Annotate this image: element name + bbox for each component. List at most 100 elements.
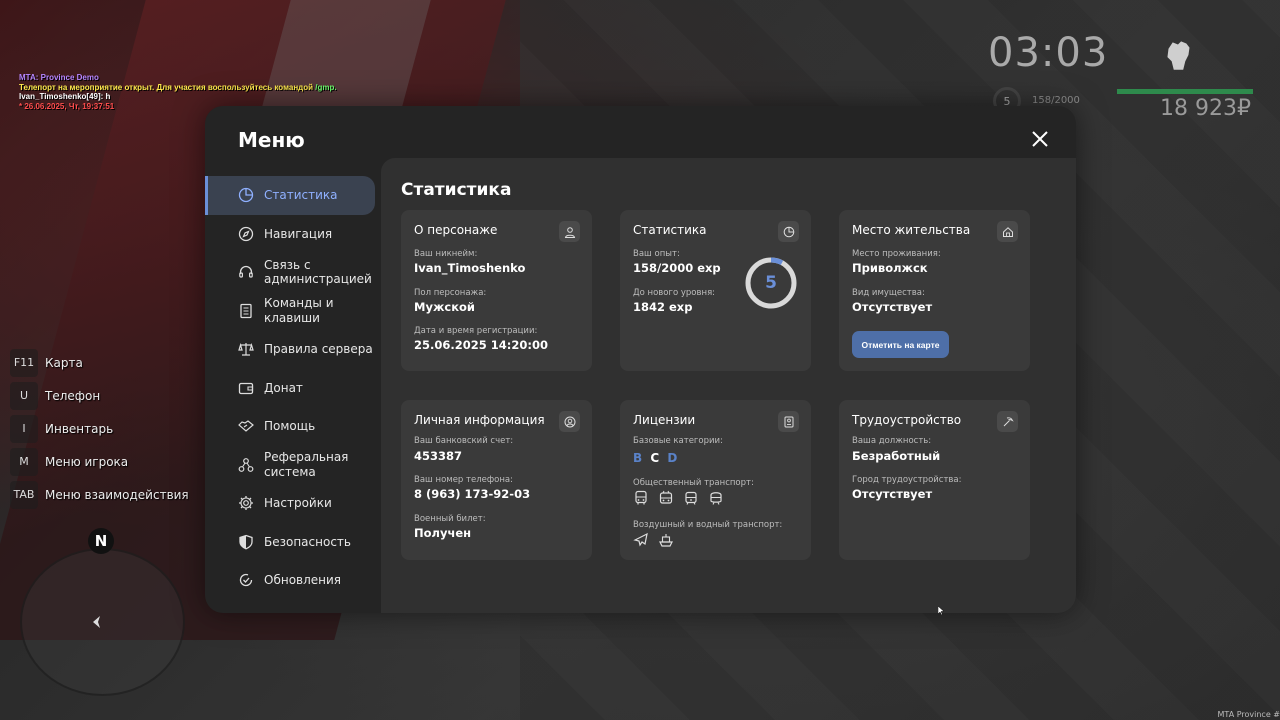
sidebar-item-donate[interactable]: Донат — [205, 369, 381, 408]
key-badge: U — [10, 381, 38, 410]
bus-icon — [635, 490, 647, 505]
sidebar-item-label: Помощь — [264, 419, 316, 433]
chat-text: Телепорт на мероприятие открыт. Для учас… — [19, 82, 316, 92]
sidebar-item-label: Правила сервера — [264, 342, 373, 356]
field-label: Ваш опыт: — [633, 249, 680, 259]
next-level-value: 1842 exp — [633, 300, 693, 314]
keybind-label: Инвентарь — [45, 421, 114, 436]
sidebar-item-label: Связь с администрацией — [264, 257, 372, 287]
field-label: Общественный транспорт: — [633, 478, 754, 488]
card-title: Личная информация — [414, 413, 545, 427]
keybind-phone[interactable]: U Телефон — [10, 379, 189, 412]
category-c: C — [650, 451, 662, 465]
sidebar-item-label: Навигация — [264, 226, 333, 241]
key-badge: M — [10, 447, 38, 476]
content-panel: Статистика О персонаже Ваш никнейм: Ivan… — [381, 158, 1076, 613]
keybind-label: Меню взаимодействия — [45, 487, 189, 502]
mark-on-map-button[interactable]: Отметить на карте — [852, 331, 949, 358]
sidebar-item-label: Настройки — [264, 496, 332, 510]
mouse-cursor-icon — [938, 606, 944, 615]
category-b: B — [633, 451, 645, 465]
sidebar-item-label: Донат — [264, 380, 303, 395]
category-d: D — [667, 451, 680, 465]
sidebar-item-referral[interactable]: Реферальная система — [205, 446, 381, 485]
key-badge: TAB — [10, 480, 38, 509]
player-arrow-icon — [91, 614, 105, 628]
sidebar-item-label: Обновления — [264, 573, 342, 587]
card-title: Статистика — [633, 223, 707, 237]
public-transport-icons — [633, 490, 724, 506]
employment-card: Трудоустройство Ваша должность: Безработ… — [839, 400, 1030, 560]
health-bar — [1117, 89, 1253, 94]
card-title: Место жительства — [852, 223, 971, 237]
residence-card: Место жительства Место проживания: Приво… — [839, 210, 1030, 371]
sidebar-item-statistics[interactable]: Статистика — [205, 176, 375, 215]
field-label: Воздушный и водный транспорт: — [633, 520, 783, 530]
keybind-player-menu[interactable]: M Меню игрока — [10, 445, 189, 478]
trolleybus-icon — [659, 490, 673, 504]
page-title: Статистика — [401, 180, 512, 200]
chart-pie-icon — [238, 188, 254, 203]
key-badge: F11 — [10, 348, 38, 377]
licenses-card: Лицензии Базовые категории: B C D Общест… — [620, 400, 811, 560]
metro-icon — [710, 492, 722, 505]
close-button[interactable] — [1031, 130, 1049, 148]
field-label: Ваш номер телефона: — [414, 475, 513, 485]
field-label: Город трудоустройства: — [852, 475, 962, 485]
card-title: Трудоустройство — [852, 413, 962, 427]
sidebar-item-updates[interactable]: Обновления — [205, 561, 381, 600]
shield-icon — [239, 534, 253, 550]
license-categories: B C D — [633, 451, 679, 465]
sidebar-item-rules[interactable]: Правила сервера — [205, 330, 381, 369]
keybind-list: F11 Карта U Телефон I Инвентарь M Меню игрок… — [10, 346, 189, 511]
sidebar-item-help[interactable]: Помощь — [205, 407, 381, 446]
field-label: Место проживания: — [852, 249, 941, 259]
keybind-label: Меню игрока — [45, 454, 129, 469]
exp-value: 158/2000 exp — [633, 261, 721, 275]
hud-money: 18 923₽ — [1160, 96, 1251, 121]
ship-icon — [659, 534, 673, 547]
user-icon — [559, 221, 580, 242]
gear-icon — [239, 496, 253, 511]
referral-icon — [238, 457, 254, 472]
residence-value: Приволжск — [852, 261, 928, 275]
home-icon — [997, 221, 1018, 242]
chat-line: Телепорт на мероприятие открыт. Для учас… — [19, 83, 337, 93]
sidebar-item-navigation[interactable]: Навигация — [205, 215, 381, 254]
hud-clock: 03:03 — [988, 30, 1109, 76]
field-label: Ваш никнейм: — [414, 249, 478, 259]
headset-icon — [239, 266, 253, 278]
field-label: Пол персонажа: — [414, 288, 487, 298]
pickaxe-icon — [997, 411, 1018, 432]
bank-account-value: 453387 — [414, 449, 463, 463]
chat-line: MTA: Province Demo — [19, 73, 99, 82]
registration-value: 25.06.2025 14:20:00 — [414, 338, 548, 352]
sidebar-item-security[interactable]: Безопасность — [205, 523, 381, 562]
sidebar-item-contact-admin[interactable]: Связь с администрацией — [205, 253, 381, 292]
field-label: Базовые категории: — [633, 436, 723, 446]
keybind-interaction-menu[interactable]: TAB Меню взаимодействия — [10, 478, 189, 511]
military-id-value: Получен — [414, 526, 472, 540]
hud-exp: 158/2000 — [1032, 95, 1080, 106]
keybind-inventory[interactable]: I Инвентарь — [10, 412, 189, 445]
chat-command: /gmp. — [315, 82, 337, 92]
employment-city-value: Отсутствует — [852, 487, 933, 501]
keybind-map[interactable]: F11 Карта — [10, 346, 189, 379]
field-label: Дата и время регистрации: — [414, 326, 538, 336]
level-value: 5 — [765, 273, 777, 293]
character-card: О персонаже Ваш никнейм: Ivan_Timoshenko… — [401, 210, 592, 371]
field-label: Военный билет: — [414, 514, 486, 524]
menu-title: Меню — [238, 128, 305, 152]
chart-pie-icon — [778, 221, 799, 242]
sidebar-item-settings[interactable]: Настройки — [205, 484, 381, 523]
field-label: Ваш банковский счет: — [414, 436, 514, 446]
sidebar-item-label: Реферальная система — [264, 450, 349, 479]
sidebar-item-label: Команды и клавиши — [264, 296, 334, 325]
tram-icon — [685, 491, 697, 505]
keybind-label: Телефон — [45, 388, 101, 403]
document-icon — [240, 303, 252, 318]
chat-line: Ivan_Timoshenko[49]: h — [19, 92, 111, 101]
statistics-card: Статистика Ваш опыт: 158/2000 exp До нов… — [620, 210, 811, 371]
personal-info-card: Личная информация Ваш банковский счет: 4… — [401, 400, 592, 560]
sidebar-item-commands[interactable]: Команды и клавиши — [205, 292, 381, 331]
